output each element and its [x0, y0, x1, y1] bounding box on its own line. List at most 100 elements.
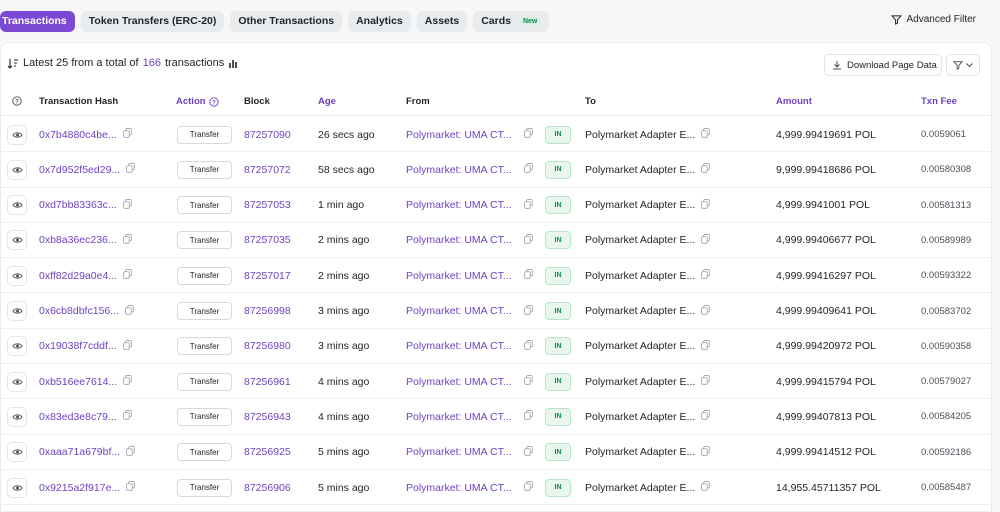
eye-icon[interactable]	[7, 301, 27, 321]
eye-icon[interactable]	[7, 371, 27, 392]
info-icon[interactable]: ?	[208, 96, 219, 107]
transaction-hash-link[interactable]: 0xaaa71a679bf...	[39, 446, 120, 458]
to-address-link[interactable]: Polymarket Adapter E...	[585, 411, 695, 423]
copy-icon[interactable]	[120, 445, 135, 459]
from-address-link[interactable]: Polymarket: UMA CT...	[406, 482, 512, 494]
transaction-hash-link[interactable]: 0xb8a36ec236...	[39, 234, 117, 246]
copy-icon[interactable]	[518, 269, 533, 282]
download-page-data-button[interactable]: Download Page Data	[824, 54, 942, 76]
from-address-link[interactable]: Polymarket: UMA CT...	[406, 199, 512, 211]
copy-icon[interactable]	[695, 304, 710, 318]
to-address-link[interactable]: Polymarket Adapter E...	[585, 129, 695, 141]
transaction-hash-link[interactable]: 0x83ed3e8c79...	[39, 411, 117, 423]
tab-analytics[interactable]: Analytics	[348, 10, 411, 32]
copy-icon[interactable]	[120, 481, 135, 494]
copy-icon[interactable]	[518, 375, 533, 388]
copy-icon[interactable]	[695, 163, 710, 176]
transaction-hash-link[interactable]: 0xff82d29a0e4...	[39, 270, 117, 282]
transaction-hash-link[interactable]: 0x7b4880c4be...	[39, 129, 117, 141]
block-link[interactable]: 87256980	[244, 340, 291, 352]
chart-icon[interactable]	[228, 58, 238, 68]
copy-icon[interactable]	[117, 269, 132, 282]
copy-icon[interactable]	[518, 445, 533, 459]
to-address-link[interactable]: Polymarket Adapter E...	[585, 376, 695, 388]
eye-icon[interactable]	[7, 159, 27, 180]
copy-icon[interactable]	[518, 481, 533, 494]
copy-icon[interactable]	[518, 339, 533, 353]
copy-icon[interactable]	[695, 269, 710, 282]
block-link[interactable]: 87256998	[244, 305, 291, 317]
advanced-filter-button[interactable]: Advanced Filter	[890, 14, 976, 25]
to-address-link[interactable]: Polymarket Adapter E...	[585, 482, 695, 494]
copy-icon[interactable]	[119, 304, 134, 318]
column-amount[interactable]: Amount	[776, 96, 812, 107]
tab-transactions[interactable]: Transactions	[0, 10, 75, 32]
tab-assets[interactable]: Assets	[416, 10, 468, 32]
eye-icon[interactable]	[7, 477, 27, 498]
block-link[interactable]: 87257072	[244, 164, 291, 176]
to-address-link[interactable]: Polymarket Adapter E...	[585, 305, 695, 317]
column-action[interactable]: Action ?	[176, 96, 219, 107]
copy-icon[interactable]	[117, 128, 132, 141]
copy-icon[interactable]	[518, 198, 533, 212]
copy-icon[interactable]	[695, 375, 710, 388]
from-address-link[interactable]: Polymarket: UMA CT...	[406, 129, 512, 141]
tab-cards[interactable]: Cards New	[473, 10, 550, 32]
to-address-link[interactable]: Polymarket Adapter E...	[585, 234, 695, 246]
copy-icon[interactable]	[695, 410, 710, 423]
eye-icon[interactable]	[7, 406, 27, 427]
transaction-count[interactable]: 166	[143, 57, 161, 69]
eye-icon[interactable]	[7, 195, 27, 216]
eye-icon[interactable]	[7, 442, 27, 463]
tab-token-transfers[interactable]: Token Transfers (ERC-20)	[80, 10, 225, 32]
block-link[interactable]: 87257090	[244, 129, 291, 141]
to-address-link[interactable]: Polymarket Adapter E...	[585, 199, 695, 211]
block-link[interactable]: 87256925	[244, 446, 291, 458]
from-address-link[interactable]: Polymarket: UMA CT...	[406, 376, 512, 388]
copy-icon[interactable]	[695, 339, 710, 353]
transaction-hash-link[interactable]: 0x9215a2f917e...	[39, 482, 120, 494]
copy-icon[interactable]	[518, 163, 533, 176]
from-address-link[interactable]: Polymarket: UMA CT...	[406, 340, 512, 352]
block-link[interactable]: 87256906	[244, 482, 291, 494]
copy-icon[interactable]	[518, 234, 533, 247]
copy-icon[interactable]	[117, 339, 132, 353]
eye-icon[interactable]	[7, 124, 27, 145]
to-address-link[interactable]: Polymarket Adapter E...	[585, 270, 695, 282]
transaction-hash-link[interactable]: 0x19038f7cddf...	[39, 340, 117, 352]
from-address-link[interactable]: Polymarket: UMA CT...	[406, 270, 512, 282]
from-address-link[interactable]: Polymarket: UMA CT...	[406, 411, 512, 423]
block-link[interactable]: 87256943	[244, 411, 291, 423]
copy-icon[interactable]	[117, 375, 132, 388]
copy-icon[interactable]	[518, 304, 533, 318]
tab-other-transactions[interactable]: Other Transactions	[230, 10, 343, 32]
block-link[interactable]: 87256961	[244, 376, 291, 388]
from-address-link[interactable]: Polymarket: UMA CT...	[406, 164, 512, 176]
copy-icon[interactable]	[518, 410, 533, 423]
eye-icon[interactable]	[7, 265, 27, 286]
transaction-hash-link[interactable]: 0xb516ee7614...	[39, 376, 117, 388]
eye-icon[interactable]	[7, 336, 27, 357]
copy-icon[interactable]	[695, 481, 710, 494]
copy-icon[interactable]	[695, 198, 710, 212]
from-address-link[interactable]: Polymarket: UMA CT...	[406, 305, 512, 317]
block-link[interactable]: 87257017	[244, 270, 291, 282]
transaction-hash-link[interactable]: 0x7d952f5ed29...	[39, 164, 120, 176]
info-icon[interactable]: ?	[12, 96, 22, 106]
to-address-link[interactable]: Polymarket Adapter E...	[585, 340, 695, 352]
transaction-hash-link[interactable]: 0x6cb8dbfc156...	[39, 305, 119, 317]
from-address-link[interactable]: Polymarket: UMA CT...	[406, 446, 512, 458]
copy-icon[interactable]	[117, 198, 132, 212]
copy-icon[interactable]	[695, 445, 710, 459]
copy-icon[interactable]	[120, 163, 135, 176]
from-address-link[interactable]: Polymarket: UMA CT...	[406, 234, 512, 246]
to-address-link[interactable]: Polymarket Adapter E...	[585, 164, 695, 176]
to-address-link[interactable]: Polymarket Adapter E...	[585, 446, 695, 458]
column-fee[interactable]: Txn Fee	[921, 96, 957, 107]
copy-icon[interactable]	[695, 128, 710, 141]
copy-icon[interactable]	[117, 410, 132, 423]
eye-icon[interactable]	[7, 230, 27, 251]
copy-icon[interactable]	[695, 234, 710, 247]
block-link[interactable]: 87257053	[244, 199, 291, 211]
transaction-hash-link[interactable]: 0xd7bb83363c...	[39, 199, 117, 211]
